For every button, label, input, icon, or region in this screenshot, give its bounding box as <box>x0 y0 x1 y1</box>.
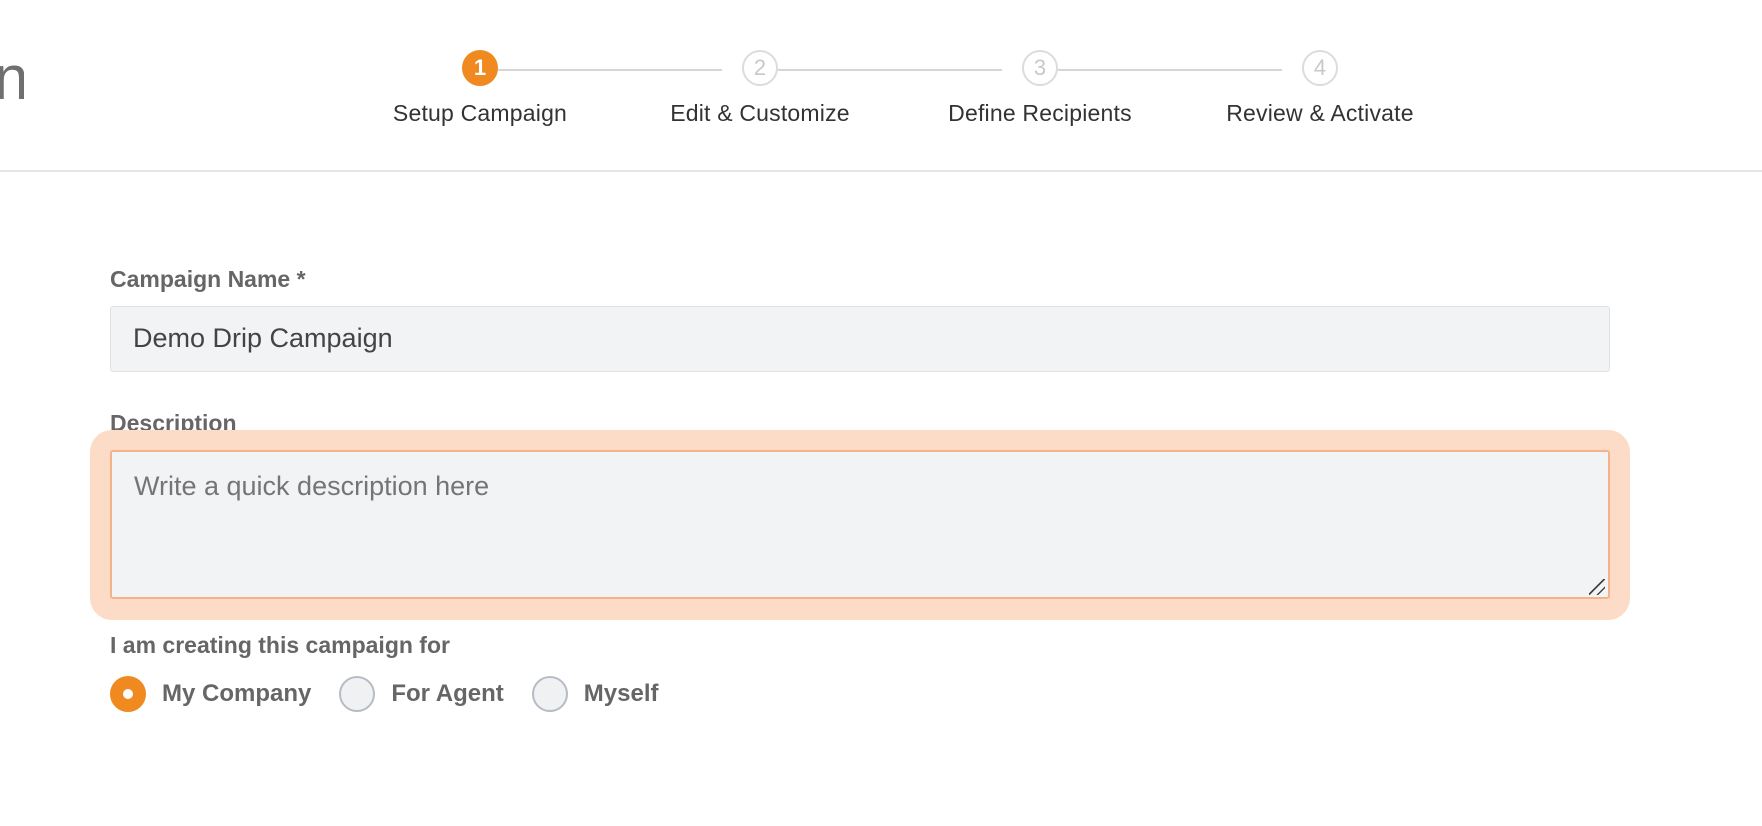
step-setup-campaign[interactable]: 1 Setup Campaign <box>350 50 610 127</box>
radio-label: For Agent <box>391 680 504 707</box>
step-label: Setup Campaign <box>392 100 568 126</box>
campaign-name-input[interactable]: Demo Drip Campaign <box>110 306 1610 372</box>
step-label: Edit & Customize <box>670 100 850 126</box>
radio-checked-icon[interactable] <box>110 676 146 712</box>
creating-for-radio-group: My Company For Agent Myself <box>110 676 687 712</box>
step-number-badge: 3 <box>1022 50 1058 86</box>
step-number-badge: 1 <box>462 50 498 86</box>
radio-label: Myself <box>583 680 659 707</box>
description-textarea[interactable] <box>110 450 1610 599</box>
step-edit-customize[interactable]: 2 Edit & Customize <box>630 50 890 127</box>
radio-my-company[interactable]: My Company <box>110 676 311 712</box>
step-number-badge: 2 <box>742 50 778 86</box>
radio-for-agent[interactable]: For Agent <box>339 676 504 712</box>
step-review-activate[interactable]: 4 Review & Activate <box>1190 50 1450 127</box>
campaign-name-label: Campaign Name * <box>110 266 306 292</box>
campaign-stepper: 1 Setup Campaign 2 Edit & Customize 3 De… <box>0 0 1762 170</box>
step-number-badge: 4 <box>1302 50 1338 86</box>
step-label: Define Recipients <box>948 100 1132 126</box>
step-label: Review & Activate <box>1226 100 1414 126</box>
page-header: n 1 Setup Campaign 2 Edit & Customize 3 … <box>0 0 1762 172</box>
radio-myself[interactable]: Myself <box>531 676 659 712</box>
radio-label: My Company <box>162 680 312 707</box>
radio-unchecked-icon[interactable] <box>531 676 568 712</box>
resize-grip-icon[interactable] <box>1589 579 1605 595</box>
radio-unchecked-icon[interactable] <box>339 676 376 712</box>
step-define-recipients[interactable]: 3 Define Recipients <box>910 50 1170 127</box>
creating-for-label: I am creating this campaign for <box>110 632 450 658</box>
